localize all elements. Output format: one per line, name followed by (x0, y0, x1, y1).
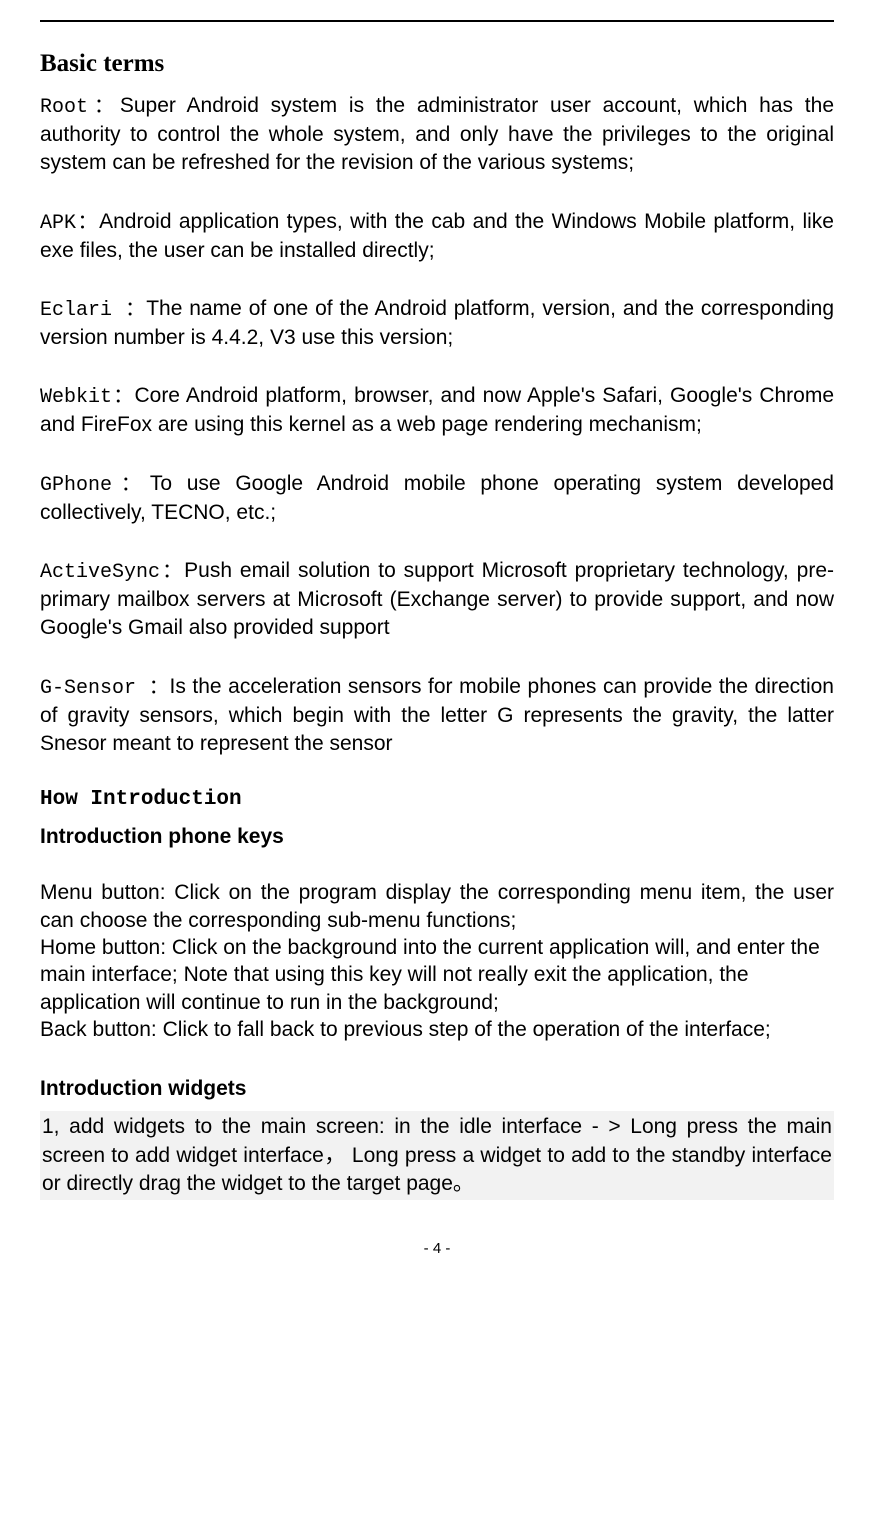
term-eclari-label: Eclari ： (40, 299, 146, 322)
term-gphone-label: GPhone： (40, 474, 150, 497)
term-webkit: Webkit：Core Android platform, browser, a… (40, 382, 834, 439)
top-border-rule (40, 20, 834, 22)
term-eclari: Eclari ：The name of one of the Android p… (40, 295, 834, 352)
widgets-highlight: 1, add widgets to the main screen: in th… (40, 1111, 834, 1200)
para-menu-button: Menu button: Click on the program displa… (40, 879, 834, 934)
term-gphone-text: To use Google Android mobile phone opera… (40, 472, 834, 524)
page-number: - 4 - (40, 1240, 834, 1257)
term-eclari-text: The name of one of the Android platform,… (40, 297, 834, 349)
subheading-widgets: Introduction widgets (40, 1077, 834, 1101)
page-heading: Basic terms (40, 50, 834, 78)
term-gsensor: G-Sensor ：Is the acceleration sensors fo… (40, 673, 834, 759)
term-activesync-label: ActiveSync： (40, 561, 184, 584)
term-root-text: Super Android system is the administrato… (40, 94, 834, 174)
term-apk: APK：Android application types, with the … (40, 208, 834, 265)
term-webkit-label: Webkit： (40, 386, 134, 409)
term-root-label: Root： (40, 96, 120, 119)
section-how-introduction: How Introduction (40, 788, 834, 811)
term-apk-label: APK： (40, 212, 99, 235)
subheading-phone-keys: Introduction phone keys (40, 825, 834, 849)
term-gsensor-label: G-Sensor ： (40, 677, 169, 700)
term-activesync: ActiveSync：Push email solution to suppor… (40, 557, 834, 643)
term-root: Root：Super Android system is the adminis… (40, 92, 834, 178)
phone-keys-paragraphs: Menu button: Click on the program displa… (40, 879, 834, 1043)
term-apk-text: Android application types, with the cab … (40, 210, 834, 262)
para-back-button: Back button: Click to fall back to previ… (40, 1016, 834, 1043)
para-home-button: Home button: Click on the background int… (40, 934, 834, 1016)
term-webkit-text: Core Android platform, browser, and now … (40, 384, 834, 436)
term-gphone: GPhone：To use Google Android mobile phon… (40, 470, 834, 527)
